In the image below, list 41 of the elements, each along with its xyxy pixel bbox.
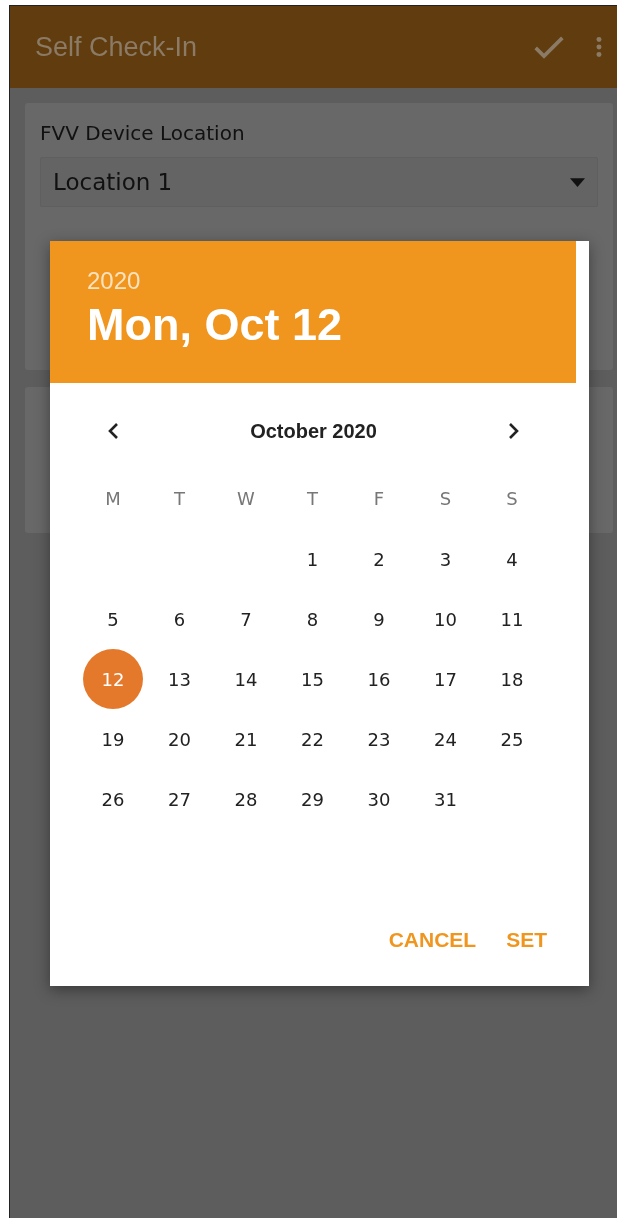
calendar-day[interactable]: 19 <box>83 709 143 769</box>
calendar-day[interactable]: 25 <box>482 709 542 769</box>
calendar-day[interactable]: 29 <box>282 769 343 829</box>
weekday-label: T <box>307 487 318 511</box>
calendar-day[interactable]: 4 <box>482 529 542 589</box>
calendar-day[interactable]: 16 <box>349 649 409 709</box>
calendar-day[interactable]: 27 <box>149 769 210 829</box>
calendar-day[interactable]: 20 <box>149 709 210 769</box>
weekday-label: W <box>237 487 255 511</box>
calendar-day[interactable]: 23 <box>349 709 409 769</box>
calendar-day[interactable]: 10 <box>415 589 476 649</box>
calendar-day[interactable]: 5 <box>83 589 143 649</box>
weekday-label: S <box>506 487 518 511</box>
calendar-day[interactable]: 30 <box>349 769 409 829</box>
app-title: Self Check-In <box>35 31 199 63</box>
calendar-day[interactable]: 7 <box>216 589 276 649</box>
calendar-day[interactable]: 17 <box>415 649 476 709</box>
calendar-day[interactable]: 11 <box>482 589 542 649</box>
calendar-day[interactable]: 18 <box>482 649 542 709</box>
weekday-label: M <box>105 487 121 511</box>
calendar-day[interactable]: 3 <box>415 529 476 589</box>
calendar-day[interactable]: 14 <box>216 649 276 709</box>
weekday-label: F <box>373 487 385 511</box>
calendar-day[interactable]: 31 <box>415 769 476 829</box>
month-title: October 2020 <box>250 419 377 443</box>
calendar-day[interactable]: 21 <box>216 709 276 769</box>
calendar-day[interactable]: 9 <box>349 589 409 649</box>
weekday-label: S <box>439 487 452 511</box>
calendar-day[interactable]: 24 <box>415 709 476 769</box>
weekday-label: T <box>174 487 185 511</box>
calendar-day[interactable]: 1 <box>282 529 343 589</box>
calendar-day[interactable]: 8 <box>282 589 343 649</box>
calendar-day[interactable]: 22 <box>282 709 343 769</box>
calendar-day[interactable]: 13 <box>149 649 210 709</box>
calendar-day[interactable]: 6 <box>149 589 210 649</box>
calendar-day[interactable]: 26 <box>83 769 143 829</box>
calendar-day[interactable]: 15 <box>282 649 343 709</box>
dropdown-arrow-icon <box>570 177 585 187</box>
calendar-day[interactable]: 28 <box>216 769 276 829</box>
calendar-day[interactable]: 2 <box>349 529 409 589</box>
field-label: FVV Device Location <box>40 121 246 145</box>
